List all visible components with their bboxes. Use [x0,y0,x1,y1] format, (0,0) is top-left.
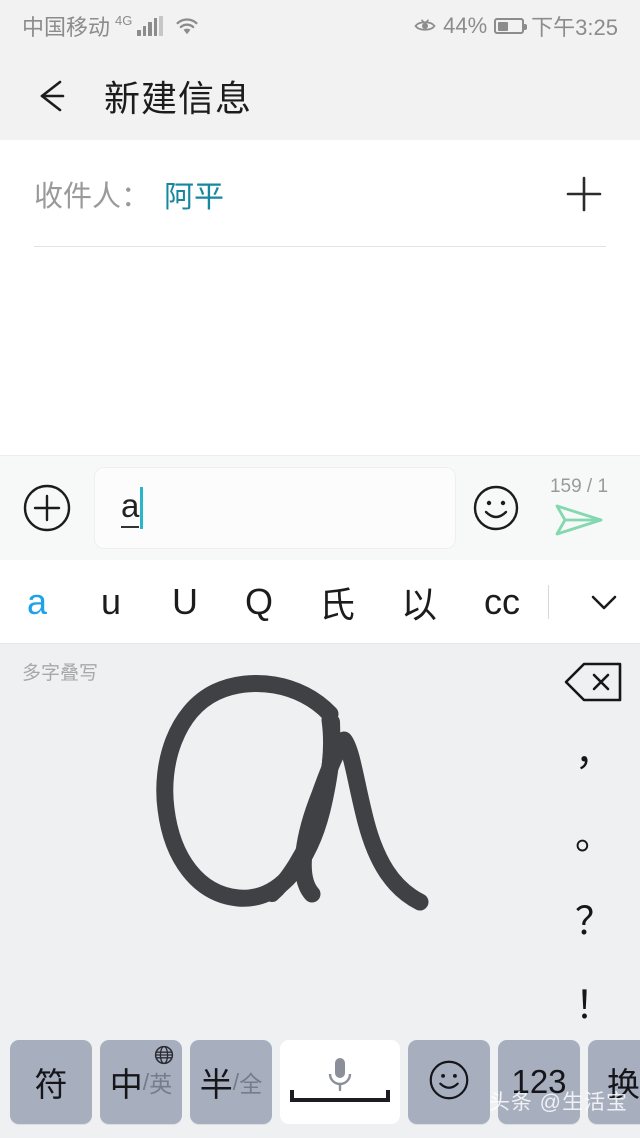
send-button[interactable]: 159 / 1 [540,467,618,549]
candidate-bar: a u U Q 氏 以 cc [0,560,640,644]
message-text-input[interactable]: a [94,467,456,549]
number-key-label: 123 [511,1063,567,1100]
app-bar: 新建信息 [0,52,640,140]
handwriting-stroke [156,674,429,911]
signal-bars-icon [137,16,163,36]
candidate-item[interactable]: u [74,560,148,644]
message-body-area[interactable] [0,247,640,455]
language-key-primary: 中 [109,1066,143,1103]
smiley-icon [428,1059,470,1106]
chevron-down-icon[interactable] [568,560,640,644]
language-key-secondary: 英 [149,1071,173,1097]
punct-key-comma[interactable]: ， [548,706,640,791]
send-arrow-icon[interactable] [551,500,607,540]
punct-key-exclamation[interactable]: ！ [548,960,640,1045]
candidate-item[interactable]: a [0,560,74,644]
char-counter: 159 / 1 [549,475,609,497]
status-bar-right: 44% 下午3:25 [414,10,618,42]
punctuation-column: ， 。 ？ ！ [548,644,640,1044]
battery-icon [494,18,528,34]
symbol-key-label: 符 [34,1066,68,1103]
width-key[interactable]: 半 / 全 [190,1040,272,1124]
handwriting-canvas[interactable]: 多字叠写 [0,644,548,1044]
recipient-value[interactable]: 阿平 [164,172,224,216]
number-key[interactable]: 123 [498,1040,580,1124]
page-title: 新建信息 [104,78,253,119]
add-contact-icon[interactable] [562,172,606,216]
globe-icon [154,1045,174,1065]
keyboard-bottom-row: 符 中 / 英 半 / 全 123 换 [0,1040,640,1124]
battery-percent-label: 44% [443,13,488,38]
emoji-icon[interactable] [472,484,520,532]
status-bar-left: 中国移动 4G [22,10,200,42]
candidate-item[interactable]: 氏 [296,560,378,644]
carrier-label: 中国移动 [22,15,111,40]
candidate-divider [548,584,549,619]
status-bar: 中国移动 4G 44% 下午3:25 [0,0,640,52]
width-key-primary: 半 [199,1066,233,1103]
back-arrow-icon[interactable] [30,73,76,119]
network-type-label: 4G [115,12,133,28]
candidate-item[interactable]: 以 [378,560,460,644]
message-input-bar: a 159 / 1 [0,455,640,560]
text-caret [140,487,144,529]
enter-key[interactable]: 换行 [588,1040,640,1124]
punct-key-question[interactable]: ？ [548,875,640,960]
candidate-item[interactable]: Q [222,560,296,644]
emoji-key[interactable] [408,1040,490,1124]
clock-label: 下午3:25 [531,15,618,40]
recipient-label: 收件人： [34,181,151,213]
composing-text: a [121,488,140,528]
width-key-secondary: 全 [239,1071,263,1097]
eye-icon [414,18,436,34]
handwriting-panel: 多字叠写 ， 。 ？ ！ 符 中 / 英 半 / 全 123 换 头条 @生活宝 [0,644,640,1138]
attachment-plus-icon[interactable] [22,483,72,533]
candidate-item[interactable]: cc [460,560,544,644]
microphone-icon[interactable] [280,1054,400,1110]
symbol-key[interactable]: 符 [10,1040,92,1124]
candidate-item[interactable]: U [148,560,222,644]
enter-key-label: 换行 [607,1066,640,1103]
space-key[interactable] [280,1040,400,1124]
backspace-icon[interactable] [562,658,626,706]
wifi-icon [174,16,200,36]
recipient-row[interactable]: 收件人： 阿平 [0,140,640,248]
phone-screen: 中国移动 4G 44% 下午3:25 新建信息 收件人： 阿平 a 159 / … [0,0,640,1138]
punct-key-period[interactable]: 。 [548,791,640,876]
language-key[interactable]: 中 / 英 [100,1040,182,1124]
